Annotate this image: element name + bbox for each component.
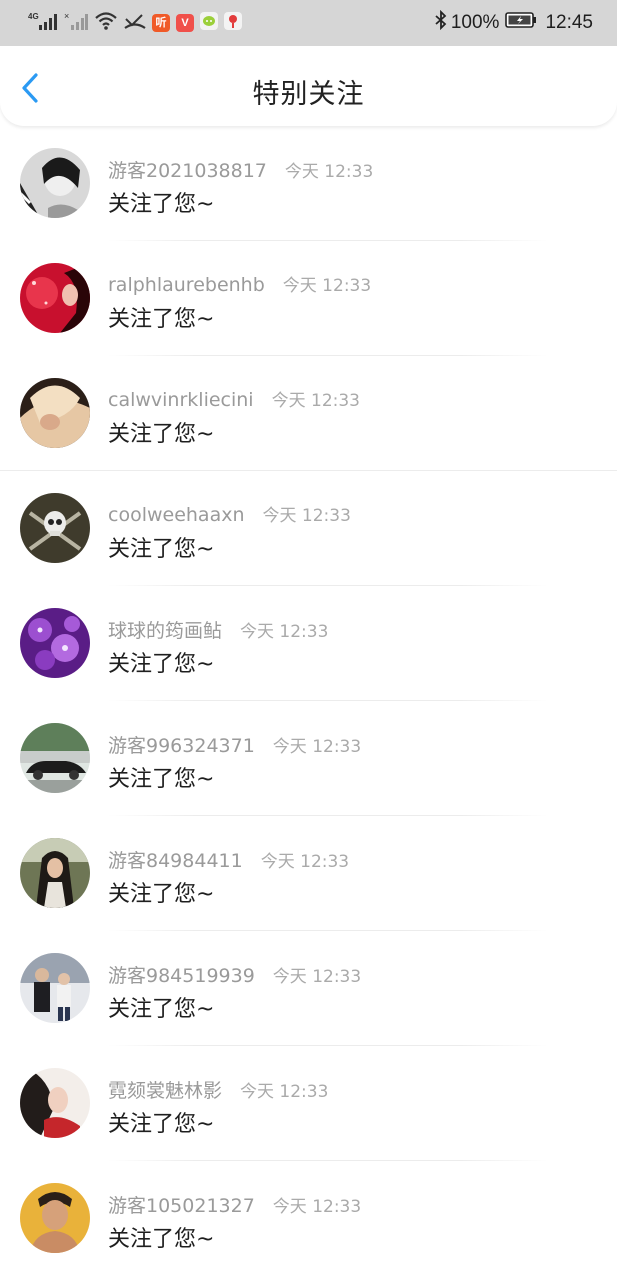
timestamp: 今天 12:33 xyxy=(272,737,362,757)
network-label: 4G xyxy=(28,12,39,21)
follow-message: 关注了您~ xyxy=(108,997,215,1022)
svg-text:×: × xyxy=(64,11,69,21)
timestamp: 今天 12:33 xyxy=(240,1082,329,1102)
list-item[interactable]: coolweehaaxn 今天 12:33 关注了您~ xyxy=(0,471,617,586)
follow-message: 关注了您~ xyxy=(108,1227,215,1252)
avatar[interactable] xyxy=(20,1183,90,1253)
signal-no-sim-icon: × xyxy=(64,10,88,37)
follow-message: 关注了您~ xyxy=(108,882,215,907)
bluetooth-icon xyxy=(435,9,447,36)
avatar[interactable] xyxy=(20,378,90,448)
user-name[interactable]: ralphlaurebenhb xyxy=(108,274,265,296)
battery-icon xyxy=(505,12,537,34)
timestamp: 今天 12:33 xyxy=(262,506,351,526)
follow-message: 关注了您~ xyxy=(108,652,215,677)
timestamp: 今天 12:33 xyxy=(284,162,374,182)
wifi-icon xyxy=(94,11,118,36)
user-name[interactable]: 霓颏裳魅林影 xyxy=(108,1080,222,1102)
status-icons-right: 100% 12:45 xyxy=(435,9,593,36)
chat-app-icon xyxy=(200,11,218,35)
user-name[interactable]: 游客984519939 xyxy=(108,965,255,987)
timestamp: 今天 12:33 xyxy=(240,622,329,642)
list-item[interactable]: 游客105021327 今天 12:33 关注了您~ xyxy=(0,1161,617,1276)
status-bar: 4G × 听 V 100% 12:45 xyxy=(0,0,617,46)
avatar[interactable] xyxy=(20,148,90,218)
user-name[interactable]: 游客105021327 xyxy=(108,1195,255,1217)
user-name[interactable]: calwvinrkliecini xyxy=(108,389,254,411)
timestamp: 今天 12:33 xyxy=(282,276,372,296)
avatar[interactable] xyxy=(20,608,90,678)
v-app-icon: V xyxy=(176,14,194,32)
follow-message: 关注了您~ xyxy=(108,1112,215,1137)
timestamp: 今天 12:33 xyxy=(260,852,350,872)
follow-message: 关注了您~ xyxy=(108,307,215,332)
signal-4g-icon: 4G xyxy=(28,10,58,37)
avatar[interactable] xyxy=(20,838,90,908)
list-item[interactable]: 游客996324371 今天 12:33 关注了您~ xyxy=(0,701,617,816)
list-item[interactable]: ralphlaurebenhb 今天 12:33 关注了您~ xyxy=(0,241,617,356)
location-app-icon xyxy=(224,11,242,35)
status-icons-left: 4G × 听 V xyxy=(28,10,248,36)
battery-percent: 100% xyxy=(450,12,500,33)
user-name[interactable]: coolweehaaxn xyxy=(108,504,245,526)
avatar[interactable] xyxy=(20,1068,90,1138)
header-bar: 特别关注 xyxy=(0,46,617,126)
avatar[interactable] xyxy=(20,263,90,333)
list-item[interactable]: 游客2021038817 今天 12:33 关注了您~ xyxy=(0,126,617,241)
avatar[interactable] xyxy=(20,723,90,793)
follow-message: 关注了您~ xyxy=(108,422,215,447)
follow-message: 关注了您~ xyxy=(108,767,215,792)
list-item[interactable]: 球球的筠画鲇 今天 12:33 关注了您~ xyxy=(0,586,617,701)
list-item[interactable]: 霓颏裳魅林影 今天 12:33 关注了您~ xyxy=(0,1046,617,1161)
user-name[interactable]: 球球的筠画鲇 xyxy=(108,620,222,642)
follow-list: 游客2021038817 今天 12:33 关注了您~ ralphlaureben… xyxy=(0,126,617,1276)
missed-call-icon xyxy=(124,11,146,36)
follow-message: 关注了您~ xyxy=(108,192,215,217)
clock: 12:45 xyxy=(545,12,593,33)
timestamp: 今天 12:33 xyxy=(271,391,360,411)
page-title: 特别关注 xyxy=(252,79,365,110)
avatar[interactable] xyxy=(20,493,90,563)
follow-message: 关注了您~ xyxy=(108,537,215,562)
timestamp: 今天 12:33 xyxy=(272,1197,362,1217)
list-item[interactable]: 游客84984411 今天 12:33 关注了您~ xyxy=(0,816,617,931)
user-name[interactable]: 游客2021038817 xyxy=(108,160,267,182)
list-item[interactable]: 游客984519939 今天 12:33 关注了您~ xyxy=(0,931,617,1046)
user-name[interactable]: 游客996324371 xyxy=(108,735,255,757)
avatar[interactable] xyxy=(20,953,90,1023)
user-name[interactable]: 游客84984411 xyxy=(108,850,243,872)
list-item[interactable]: calwvinrkliecini 今天 12:33 关注了您~ xyxy=(0,356,617,471)
ting-app-icon: 听 xyxy=(152,14,170,32)
timestamp: 今天 12:33 xyxy=(272,967,362,987)
